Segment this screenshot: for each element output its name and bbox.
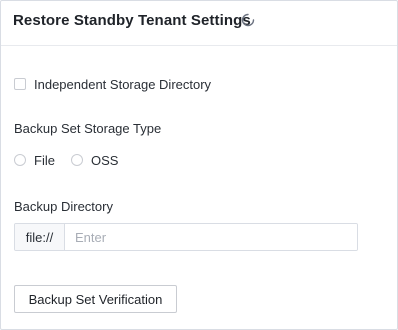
radio-file[interactable] <box>14 154 26 166</box>
panel-header: Restore Standby Tenant Settings <box>1 1 397 46</box>
backup-directory-input[interactable] <box>65 224 357 250</box>
storage-type-radio-group: File OSS <box>14 152 134 168</box>
backup-set-verification-button[interactable]: Backup Set Verification <box>14 285 177 313</box>
loading-spinner-icon <box>241 13 255 27</box>
directory-prefix-addon: file:// <box>15 224 65 250</box>
storage-type-label: Backup Set Storage Type <box>14 121 162 136</box>
radio-oss-label: OSS <box>90 152 119 168</box>
panel-title: Restore Standby Tenant Settings <box>13 12 251 29</box>
restore-settings-panel: Restore Standby Tenant Settings Independ… <box>0 0 398 330</box>
independent-storage-checkbox-row[interactable]: Independent Storage Directory <box>14 76 211 92</box>
radio-option-file[interactable]: File <box>14 153 55 168</box>
independent-storage-label: Independent Storage Directory <box>34 76 212 92</box>
radio-oss[interactable] <box>70 154 83 166</box>
independent-storage-checkbox[interactable] <box>14 78 26 90</box>
backup-directory-label: Backup Directory <box>14 199 113 214</box>
radio-option-oss[interactable]: OSS <box>70 152 119 168</box>
radio-file-label: File <box>34 152 55 168</box>
backup-directory-input-group: file:// <box>14 223 358 251</box>
